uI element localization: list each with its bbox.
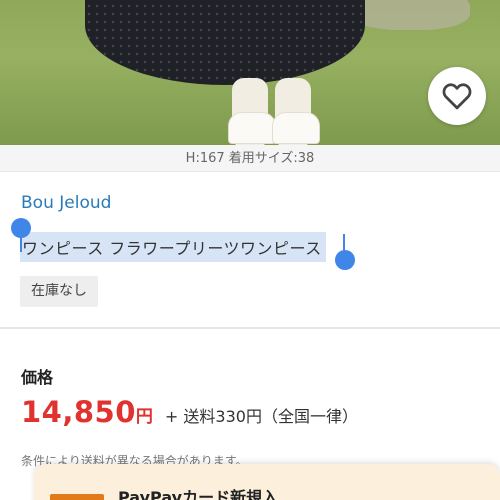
brand-link[interactable]: Bou Jeloud [21, 193, 111, 213]
photo-shoe-left [228, 112, 276, 144]
photo-dress [85, 0, 365, 85]
price-heading: 価格 [21, 368, 54, 387]
photo-shoe-right [272, 112, 320, 144]
price-row: 14,850 円 + 送料330円（全国一律） [21, 395, 358, 429]
photo-background-rock [350, 0, 470, 30]
promo-text[interactable]: PayPayカード新規入… [118, 484, 294, 500]
section-divider [0, 327, 500, 329]
product-image[interactable] [0, 0, 500, 145]
price-currency: 円 [135, 407, 153, 427]
product-title[interactable]: ワンピース フラワープリーツワンピース [20, 232, 326, 262]
selection-handle-end[interactable] [335, 250, 355, 270]
shipping-fee: + 送料330円（全国一律） [164, 407, 358, 426]
image-caption: H:167 着用サイズ:38 [0, 145, 500, 172]
heart-outline-icon [442, 83, 472, 110]
price-amount: 14,850 [21, 395, 136, 429]
selection-handle-start[interactable] [11, 218, 31, 238]
stock-status-badge: 在庫なし [20, 276, 98, 307]
promo-banner[interactable]: PayPayカード新規入… [34, 464, 500, 500]
card-icon [50, 494, 104, 500]
favorite-button[interactable] [428, 67, 486, 125]
product-title-container[interactable]: ワンピース フラワープリーツワンピース [20, 232, 326, 262]
